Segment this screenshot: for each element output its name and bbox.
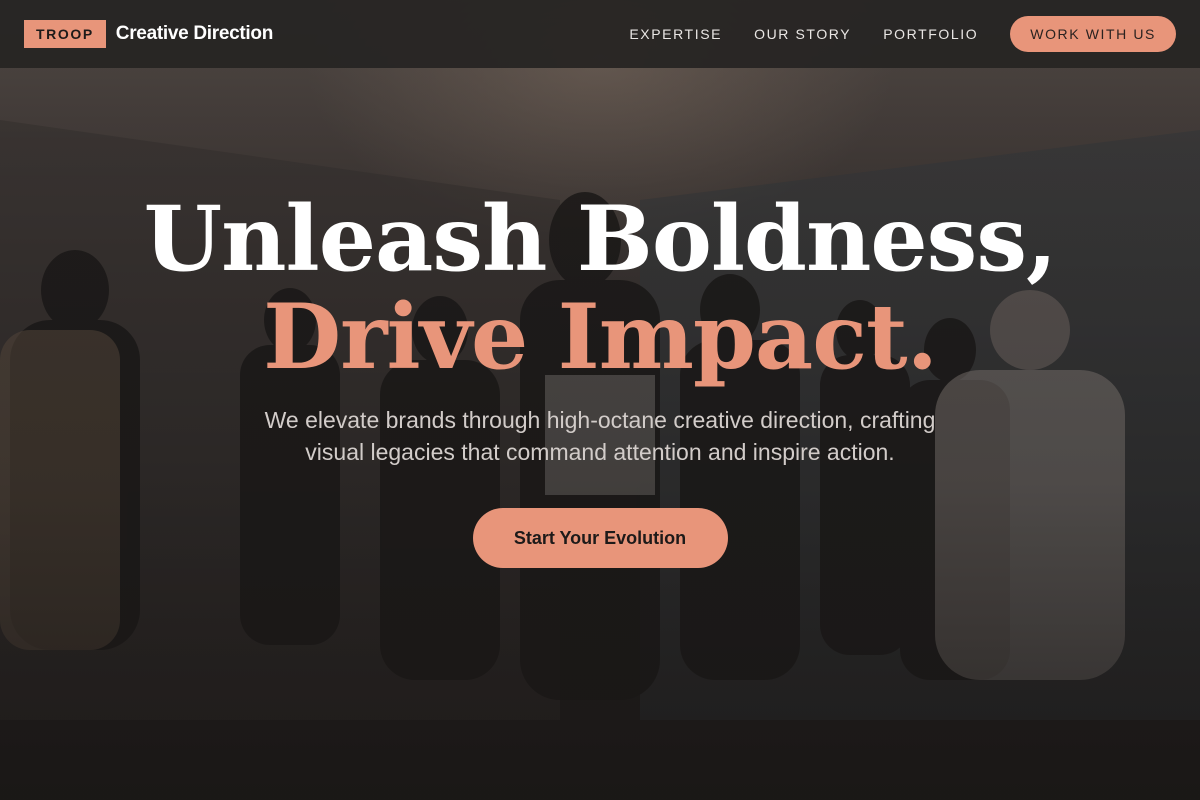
brand-logo[interactable]: TROOP Creative Direction — [24, 20, 273, 48]
headline-line-2: Drive Impact. — [263, 284, 938, 390]
hero-section: Unleash Boldness, Drive Impact. We eleva… — [0, 190, 1200, 568]
work-with-us-button[interactable]: WORK WITH US — [1010, 16, 1176, 52]
hero-headline: Unleash Boldness, Drive Impact. — [0, 190, 1200, 386]
nav-link-expertise[interactable]: EXPERTISE — [629, 26, 722, 42]
nav-links: EXPERTISE OUR STORY PORTFOLIO WORK WITH … — [629, 16, 1176, 52]
navbar: TROOP Creative Direction EXPERTISE OUR S… — [0, 0, 1200, 68]
page: TROOP Creative Direction EXPERTISE OUR S… — [0, 0, 1200, 800]
brand-badge: TROOP — [24, 20, 106, 48]
nav-link-portfolio[interactable]: PORTFOLIO — [883, 26, 978, 42]
hero-subtext: We elevate brands through high-octane cr… — [264, 407, 936, 465]
nav-link-our-story[interactable]: OUR STORY — [754, 26, 851, 42]
brand-name: Creative Direction — [115, 23, 274, 44]
headline-line-1: Unleash Boldness, — [143, 186, 1058, 292]
start-your-evolution-button[interactable]: Start Your Evolution — [472, 508, 728, 568]
